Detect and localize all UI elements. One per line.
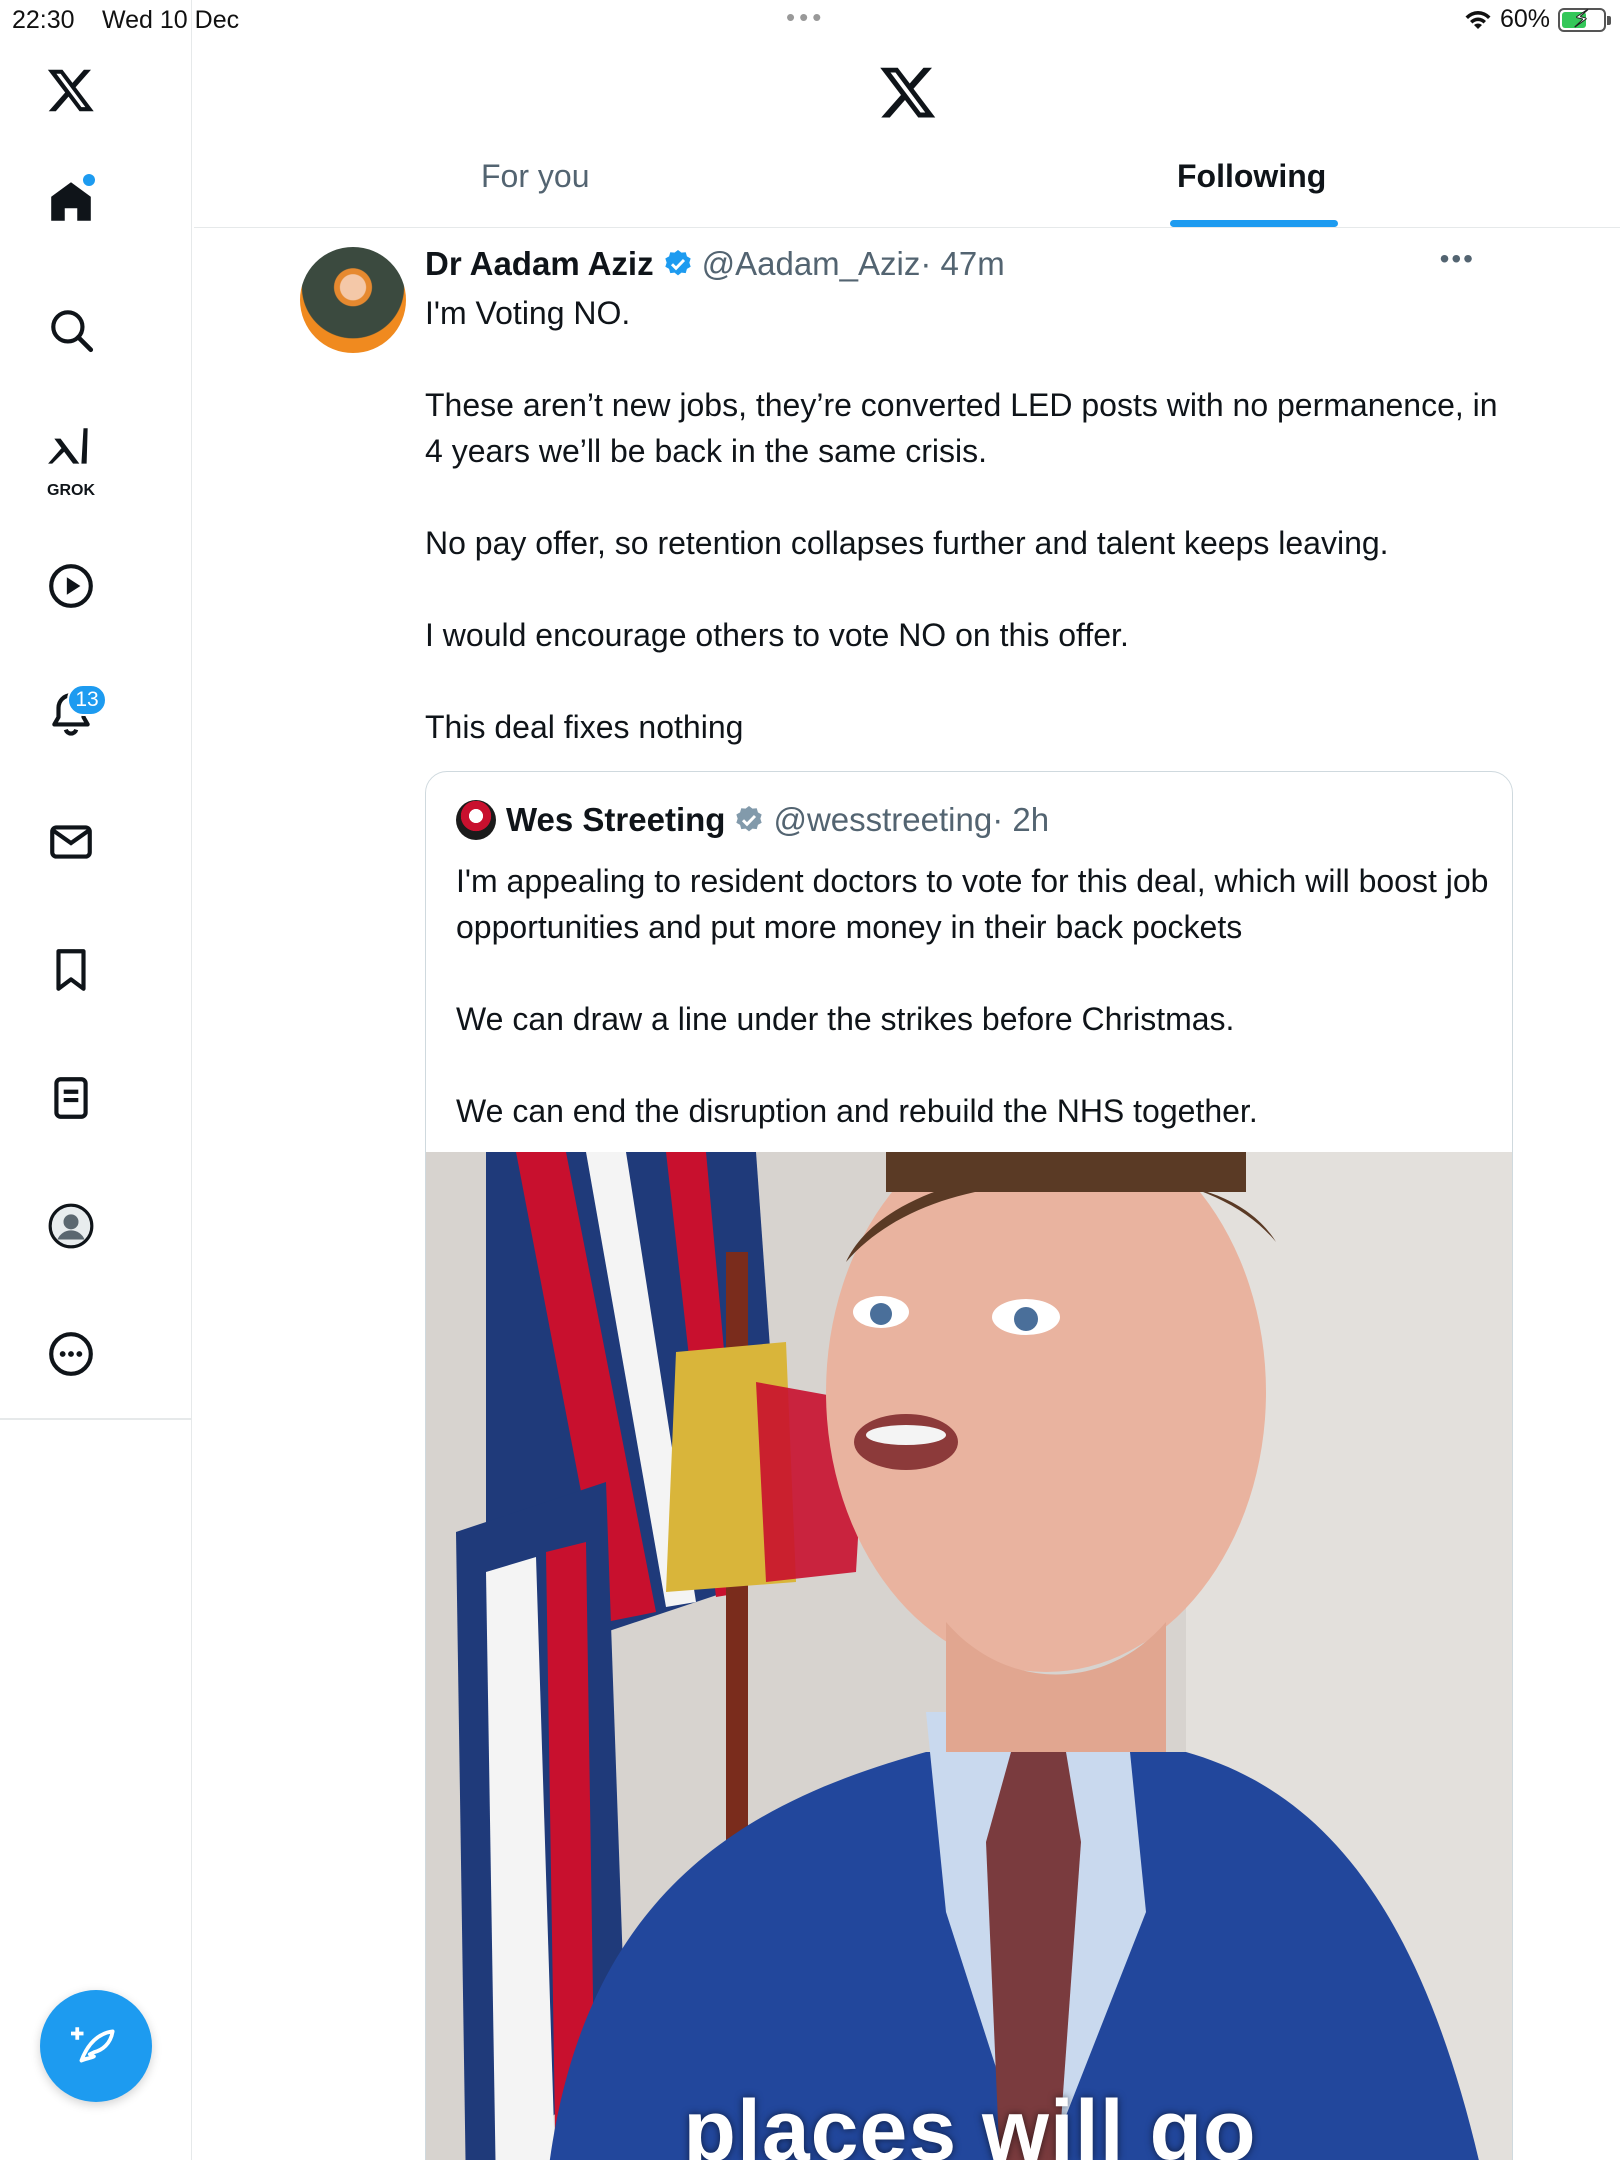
tweet-paragraph: I would encourage others to vote NO on t…	[425, 617, 1129, 653]
compose-button[interactable]	[40, 1990, 152, 2102]
wifi-icon	[1465, 10, 1491, 29]
verified-badge-icon	[664, 250, 691, 276]
tweet-header: Dr Aadam Aziz @Aadam_Aziz · 47m	[425, 245, 1005, 283]
compose-feather-icon	[71, 2027, 115, 2063]
quoted-tweet-time: · 2h	[992, 801, 1050, 838]
tweet-paragraph: These aren’t new jobs, they’re converted…	[425, 387, 1498, 469]
quoted-author-handle: @wesstreeting	[773, 801, 993, 838]
author-handle[interactable]: @Aadam_Aziz	[702, 245, 921, 283]
tweet-time[interactable]: · 47m	[920, 245, 1004, 283]
tab-for-you[interactable]: For you	[481, 158, 589, 228]
tweet-more-icon[interactable]: •••	[1440, 243, 1475, 275]
tweet-text: I'm Voting NO. These aren’t new jobs, th…	[425, 290, 1505, 796]
quoted-tweet-text: I'm appealing to resident doctors to vot…	[456, 858, 1496, 1180]
video-icon	[49, 564, 93, 608]
sidebar-divider	[0, 1418, 192, 1420]
profile-icon	[48, 1203, 94, 1249]
x-logo-icon[interactable]	[878, 62, 938, 122]
avatar[interactable]	[300, 247, 406, 353]
nav-profile[interactable]	[21, 1176, 121, 1276]
active-tab-indicator	[1170, 220, 1338, 227]
more-icon	[49, 1332, 93, 1376]
quoted-paragraph: We can end the disruption and rebuild th…	[456, 1093, 1258, 1129]
notification-badge: 13	[67, 684, 107, 716]
battery-percent: 60%	[1499, 5, 1550, 33]
x-logo-icon[interactable]	[21, 40, 121, 140]
quoted-tweet-header: Wes Streeting @wesstreeting · 2h	[456, 800, 1049, 840]
sidebar: GROK 13	[0, 0, 192, 2160]
tweet-paragraph: I'm Voting NO.	[425, 295, 631, 331]
nav-bookmarks[interactable]	[21, 920, 121, 1020]
bookmark-icon	[56, 949, 86, 991]
video-caption: places will go	[683, 2083, 1257, 2160]
lists-icon	[54, 1077, 88, 1119]
nav-home[interactable]	[21, 152, 121, 252]
nav-search[interactable]	[21, 280, 121, 380]
quoted-avatar	[456, 800, 496, 840]
nav-video[interactable]	[21, 536, 121, 636]
quoted-tweet-video[interactable]: places will go	[426, 1152, 1512, 2160]
grok-icon	[48, 428, 88, 464]
quoted-author-name: Wes Streeting	[506, 801, 726, 838]
tweet-paragraph: This deal fixes nothing	[425, 709, 744, 745]
quoted-tweet[interactable]: Wes Streeting @wesstreeting · 2h I'm app…	[425, 771, 1513, 2160]
quoted-paragraph: We can draw a line under the strikes bef…	[456, 1001, 1235, 1037]
author-name[interactable]: Dr Aadam Aziz	[425, 245, 654, 283]
nav-notifications[interactable]: 13	[21, 664, 121, 764]
nav-messages[interactable]	[21, 792, 121, 892]
status-right: 60% ⚡	[1464, 5, 1611, 34]
video-frame-image	[426, 1152, 1512, 2160]
multitasking-dots-icon[interactable]: •••	[786, 2, 825, 33]
timeline-header: For you Following	[194, 40, 1620, 228]
grok-label: GROK	[47, 482, 95, 499]
nav-lists[interactable]	[21, 1048, 121, 1148]
tab-following[interactable]: Following	[1177, 158, 1326, 228]
mail-icon	[50, 825, 92, 859]
charging-bolt-icon: ⚡	[1573, 5, 1591, 33]
status-bar: 22:30 Wed 10 Dec ••• 60% ⚡	[0, 0, 1620, 40]
tweet-paragraph: No pay offer, so retention collapses fur…	[425, 525, 1389, 561]
verified-badge-gray-icon	[736, 806, 763, 832]
search-icon	[51, 310, 94, 353]
quoted-paragraph: I'm appealing to resident doctors to vot…	[456, 863, 1489, 945]
home-unread-dot	[83, 174, 95, 186]
battery-icon: ⚡	[1558, 5, 1611, 33]
nav-grok[interactable]: GROK	[21, 408, 121, 508]
nav-more[interactable]	[21, 1304, 121, 1404]
